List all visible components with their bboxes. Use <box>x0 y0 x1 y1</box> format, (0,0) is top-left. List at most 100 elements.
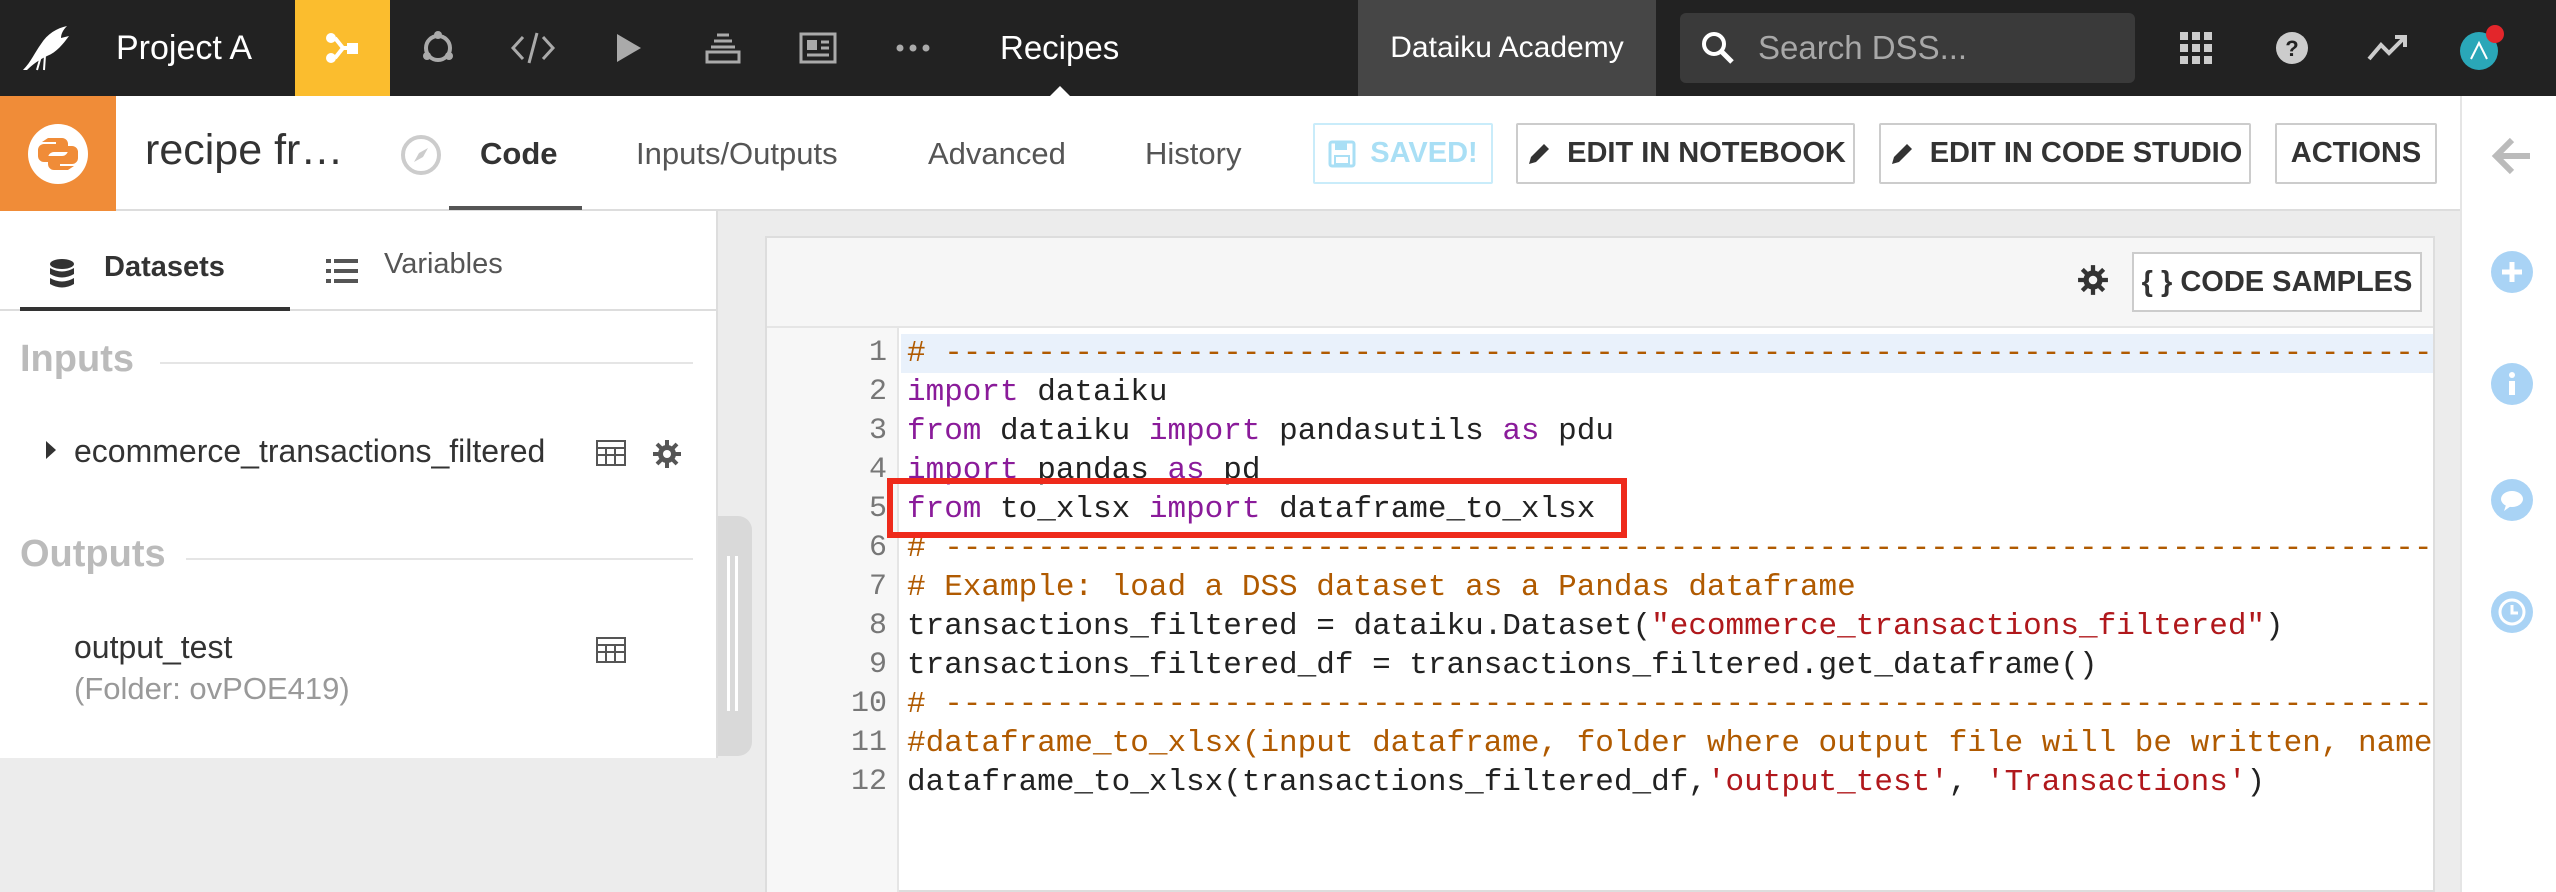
line-number: 2 <box>868 375 887 409</box>
discussion-bubble-icon[interactable] <box>2490 478 2534 522</box>
pencil-icon <box>1891 143 1912 164</box>
edit-in-code-studio-label: EDIT IN CODE STUDIO <box>1929 137 2243 169</box>
code-line[interactable]: # --------------------------------------… <box>901 334 2433 373</box>
list-icon <box>326 259 358 283</box>
nav-recipes-label: Recipes <box>1000 29 1120 66</box>
tab-variables[interactable]: Variables <box>326 243 503 285</box>
code-token: # Example: load a DSS dataset as a Panda… <box>907 570 1856 605</box>
panel-resize-handle[interactable] <box>718 516 752 756</box>
tab-history[interactable]: History <box>1145 136 1241 172</box>
output-name[interactable]: output_test <box>74 629 232 666</box>
more-menu-icon[interactable] <box>865 0 960 96</box>
code-line[interactable]: import dataiku <box>901 373 1167 412</box>
actions-button[interactable]: ACTIONS <box>2275 123 2437 184</box>
code-line[interactable]: transactions_filtered_df = transactions_… <box>901 646 2098 685</box>
edit-in-notebook-button[interactable]: EDIT IN NOTEBOOK <box>1516 123 1855 184</box>
line-number: 5 <box>868 492 887 526</box>
wiki-stack-icon[interactable] <box>675 0 770 96</box>
code-token: dataiku <box>981 414 1149 449</box>
code-token: ) <box>2246 765 2266 800</box>
nav-recipes[interactable]: Recipes <box>960 0 1159 96</box>
tab-datasets[interactable]: Datasets <box>48 243 225 291</box>
tab-inputs-outputs[interactable]: Inputs/Outputs <box>636 136 838 172</box>
run-play-icon[interactable] <box>580 0 675 96</box>
code-icon[interactable] <box>485 0 580 96</box>
code-token: as <box>1502 414 1540 449</box>
collapse-arrow-left-icon[interactable] <box>2490 134 2534 178</box>
table-icon[interactable] <box>596 440 626 466</box>
code-toolbar: { } CODE SAMPLES <box>767 238 2433 328</box>
python-recipe-icon <box>0 96 116 211</box>
save-floppy-icon <box>1328 140 1356 167</box>
code-editor-panel: { } CODE SAMPLES 1 2 3 4 5 6 7 8 9 10 11 12 # -----… <box>765 236 2435 892</box>
outputs-section-title: Outputs <box>20 533 166 575</box>
search-input[interactable] <box>1758 29 2098 67</box>
line-number-gutter: 1 2 3 4 5 6 7 8 9 10 11 12 <box>767 328 899 892</box>
left-panel: Datasets Variables Inputs ecommerce_tran… <box>0 211 718 758</box>
trend-activity-icon[interactable] <box>2358 0 2418 96</box>
tab-code[interactable]: Code <box>480 136 558 172</box>
code-samples-button[interactable]: { } CODE SAMPLES <box>2132 252 2422 312</box>
expand-caret-icon[interactable] <box>44 439 58 461</box>
code-token: transactions_filtered_df = transactions_… <box>907 648 2098 683</box>
user-avatar[interactable] <box>2452 0 2512 96</box>
saved-button-label: SAVED! <box>1370 137 1478 169</box>
add-plus-icon[interactable] <box>2490 250 2534 294</box>
line-number: 8 <box>868 609 887 643</box>
svg-text:?: ? <box>2285 36 2298 61</box>
code-token: dataiku <box>1018 375 1168 410</box>
code-line[interactable]: dataframe_to_xlsx(transactions_filtered_… <box>901 763 2265 802</box>
left-panel-tabs: Datasets Variables <box>0 211 716 311</box>
timeline-clock-icon[interactable] <box>2490 590 2534 634</box>
search-box[interactable] <box>1680 13 2135 83</box>
code-line[interactable]: #dataframe_to_xlsx(input dataframe, fold… <box>901 724 2432 763</box>
apps-grid-icon[interactable] <box>2166 0 2226 96</box>
inputs-section-title: Inputs <box>20 338 134 380</box>
dashboard-icon[interactable] <box>770 0 865 96</box>
outputs-divider <box>186 558 693 560</box>
lab-circle-icon[interactable] <box>390 0 485 96</box>
right-rail <box>2460 96 2556 892</box>
search-icon <box>1702 32 1734 64</box>
editor-settings-gear-icon[interactable] <box>2077 264 2109 296</box>
dataiku-academy-link[interactable]: Dataiku Academy <box>1358 0 1656 96</box>
code-token: 'Transactions' <box>1986 765 2247 800</box>
table-icon[interactable] <box>596 637 626 663</box>
code-token: pdu <box>1539 414 1614 449</box>
code-token: , <box>1948 765 1986 800</box>
line-number: 6 <box>868 531 887 565</box>
line-number: 11 <box>850 726 887 760</box>
inputs-divider <box>160 362 693 364</box>
code-line[interactable]: from dataiku import pandasutils as pdu <box>901 412 1614 451</box>
code-line[interactable]: # --------------------------------------… <box>901 685 2433 724</box>
saved-button[interactable]: SAVED! <box>1313 123 1493 184</box>
gear-icon[interactable] <box>652 439 682 469</box>
code-line[interactable]: transactions_filtered = dataiku.Dataset(… <box>901 607 2284 646</box>
dataiku-bird-logo-icon[interactable] <box>0 0 90 96</box>
flow-icon[interactable] <box>295 0 390 96</box>
code-token: 'output_test' <box>1706 765 1949 800</box>
code-token: transactions_filtered = dataiku.Dataset( <box>907 609 1652 644</box>
active-nav-caret <box>1049 86 1070 96</box>
input-dataset-name[interactable]: ecommerce_transactions_filtered <box>74 433 545 470</box>
code-token: # --------------------------------------… <box>907 336 2433 371</box>
code-token: ) <box>2265 609 2284 644</box>
database-icon <box>50 259 74 288</box>
compass-icon[interactable] <box>400 134 442 181</box>
line-number: 3 <box>868 414 887 448</box>
active-tab-underline <box>449 206 582 210</box>
line-number: 4 <box>868 453 887 487</box>
highlight-annotation-box <box>887 478 1627 538</box>
info-icon[interactable] <box>2490 362 2534 406</box>
tab-advanced[interactable]: Advanced <box>928 136 1066 172</box>
code-editor[interactable]: # --------------------------------------… <box>901 328 2433 892</box>
output-folder-id: (Folder: ovPOE419) <box>74 671 350 706</box>
code-line[interactable]: # Example: load a DSS dataset as a Panda… <box>901 568 1856 607</box>
recipe-header: recipe fr… Code Inputs/Outputs Advanced … <box>0 96 2460 211</box>
recipe-title[interactable]: recipe fr… <box>145 126 343 175</box>
project-name[interactable]: Project A <box>90 29 295 68</box>
line-number: 7 <box>868 570 887 604</box>
edit-in-code-studio-button[interactable]: EDIT IN CODE STUDIO <box>1879 123 2251 184</box>
help-icon[interactable]: ? <box>2262 0 2322 96</box>
code-token: #dataframe_to_xlsx(input dataframe, fold… <box>907 726 2433 761</box>
